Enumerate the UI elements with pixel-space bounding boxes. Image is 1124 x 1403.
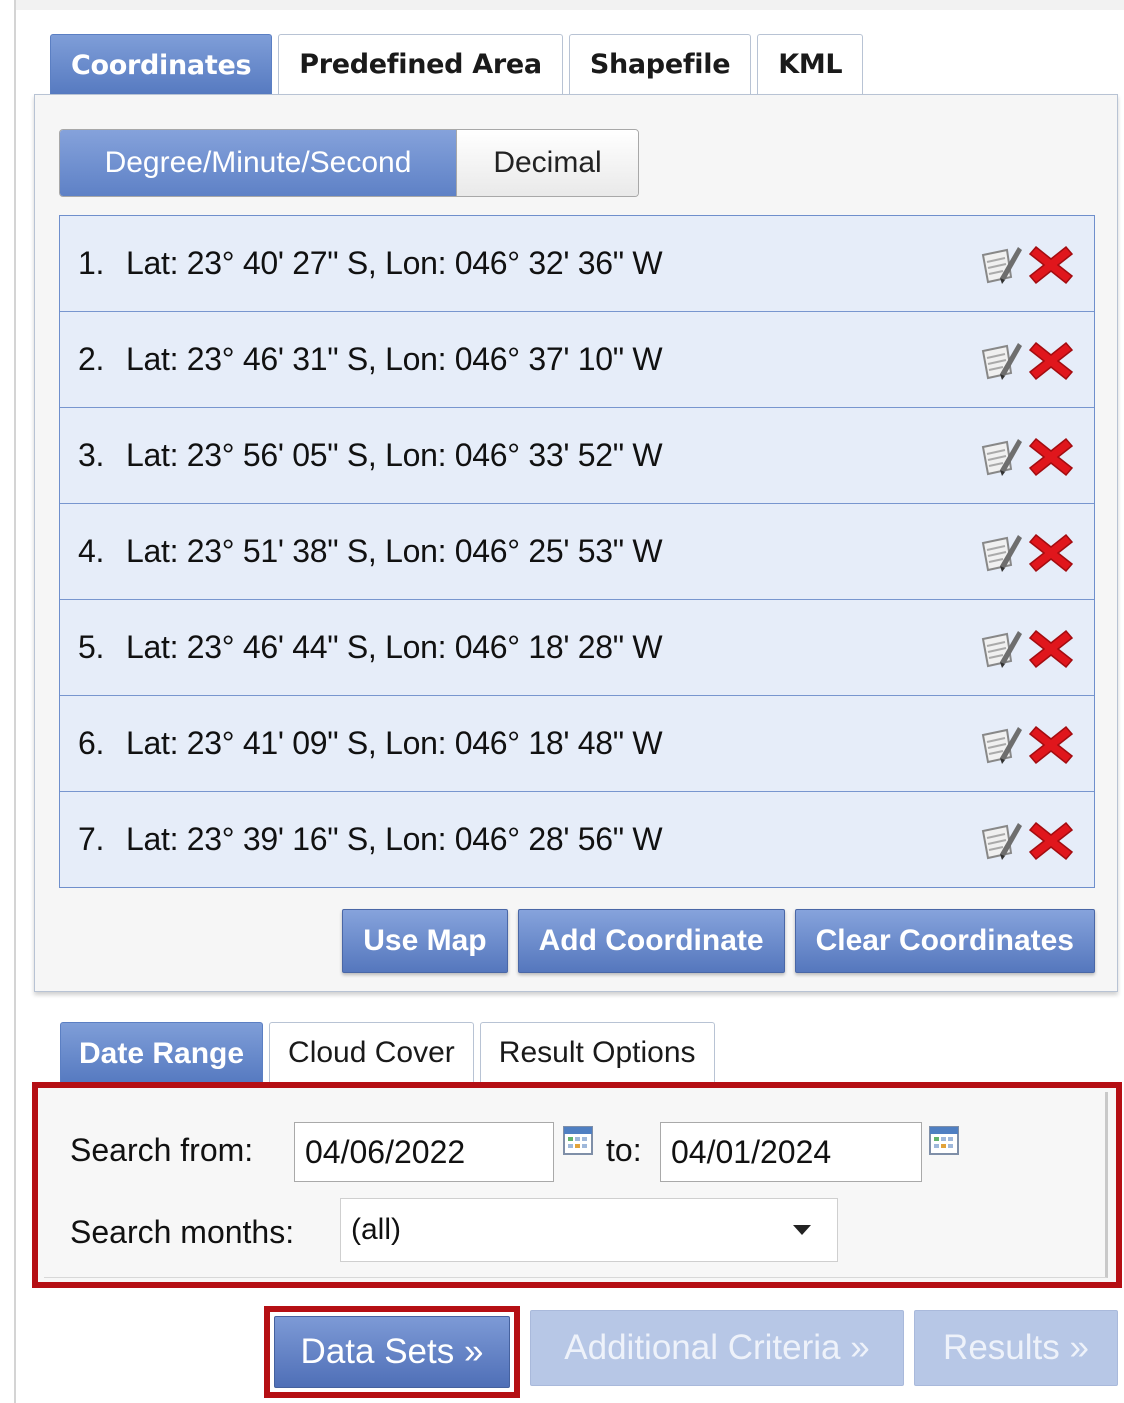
coordinate-value: Lat: 23° 40' 27" S, Lon: 046° 32' 36" W [126,245,663,281]
wizard-navigation: Data Sets » Additional Criteria » Result… [264,1306,1118,1398]
coordinate-value: Lat: 23° 56' 05" S, Lon: 046° 33' 52" W [126,437,663,473]
to-label: to: [606,1132,642,1168]
coordinate-row: 5. Lat: 23° 46' 44" S, Lon: 046° 18' 28" … [60,600,1094,696]
coordinate-number: 3. [78,437,105,473]
coordinate-row: 6. Lat: 23° 41' 09" S, Lon: 046° 18' 48" … [60,696,1094,792]
data-sets-highlight: Data Sets » [264,1306,520,1398]
coordinate-value: Lat: 23° 41' 09" S, Lon: 046° 18' 48" W [126,725,663,761]
coordinates-panel: Degree/Minute/Second Decimal 1. Lat: 23° … [34,94,1118,992]
coordinate-row: 7. Lat: 23° 39' 16" S, Lon: 046° 28' 56" … [60,792,1094,887]
coordinate-number: 7. [78,821,105,857]
use-map-button[interactable]: Use Map [342,909,508,973]
criteria-tabs: Date Range Cloud Cover Result Options [60,1022,715,1084]
edit-icon[interactable] [978,241,1024,287]
coordinate-text: 3. Lat: 23° 56' 05" S, Lon: 046° 33' 52" … [78,437,663,474]
coordinate-actions [978,721,1074,767]
delete-icon[interactable] [1028,529,1074,575]
edit-icon[interactable] [978,433,1024,479]
coordinate-value: Lat: 23° 39' 16" S, Lon: 046° 28' 56" W [126,821,663,857]
coordinate-number: 2. [78,341,105,377]
delete-icon[interactable] [1028,337,1074,383]
edit-icon[interactable] [978,721,1024,767]
format-decimal-button[interactable]: Decimal [456,130,638,196]
tab-shapefile[interactable]: Shapefile [568,34,752,94]
delete-icon[interactable] [1028,241,1074,287]
search-months-select[interactable]: (all) [340,1198,838,1262]
coordinate-value: Lat: 23° 46' 44" S, Lon: 046° 18' 28" W [126,629,663,665]
coordinate-text: 4. Lat: 23° 51' 38" S, Lon: 046° 25' 53" … [78,533,663,570]
coordinate-actions [978,817,1074,863]
coordinate-row: 1. Lat: 23° 40' 27" S, Lon: 046° 32' 36" … [60,216,1094,312]
date-range-panel: Search from: 04/06/2022 to: 04/01/2024 S… [44,1092,1108,1278]
edit-icon[interactable] [978,817,1024,863]
coordinate-text: 2. Lat: 23° 46' 31" S, Lon: 046° 37' 10" … [78,341,663,378]
delete-icon[interactable] [1028,721,1074,767]
coordinate-action-bar: Use Map Add Coordinate Clear Coordinates [342,909,1095,973]
edit-icon[interactable] [978,625,1024,671]
coordinate-number: 5. [78,629,105,665]
coordinate-format-toggle: Degree/Minute/Second Decimal [59,129,639,197]
coordinate-actions [978,241,1074,287]
search-months-value: (all) [351,1213,401,1246]
coordinate-number: 6. [78,725,105,761]
search-to-input[interactable]: 04/01/2024 [660,1122,922,1182]
calendar-icon[interactable] [562,1124,594,1156]
coordinate-text: 6. Lat: 23° 41' 09" S, Lon: 046° 18' 48" … [78,725,663,762]
coordinate-actions [978,433,1074,479]
results-button[interactable]: Results » [914,1310,1118,1386]
coordinate-actions [978,529,1074,575]
page-top-strip [14,0,1124,10]
delete-icon[interactable] [1028,817,1074,863]
coordinate-actions [978,625,1074,671]
area-tabs: Coordinates Predefined Area Shapefile KM… [50,34,864,96]
search-from-label: Search from: [70,1132,254,1168]
tab-coordinates[interactable]: Coordinates [50,34,273,96]
delete-icon[interactable] [1028,625,1074,671]
coordinate-row: 2. Lat: 23° 46' 31" S, Lon: 046° 37' 10" … [60,312,1094,408]
coordinate-actions [978,337,1074,383]
tab-cloud-cover[interactable]: Cloud Cover [269,1022,474,1082]
data-sets-button[interactable]: Data Sets » [274,1316,510,1388]
tab-predefined-area[interactable]: Predefined Area [278,34,563,94]
coordinate-row: 3. Lat: 23° 56' 05" S, Lon: 046° 33' 52" … [60,408,1094,504]
search-from-input[interactable]: 04/06/2022 [294,1122,554,1182]
edit-icon[interactable] [978,529,1024,575]
coordinate-row: 4. Lat: 23° 51' 38" S, Lon: 046° 25' 53" … [60,504,1094,600]
add-coordinate-button[interactable]: Add Coordinate [517,909,785,973]
coordinate-value: Lat: 23° 46' 31" S, Lon: 046° 37' 10" W [126,341,663,377]
chevron-down-icon [793,1225,811,1235]
coordinate-number: 4. [78,533,105,569]
date-range-highlight: Search from: 04/06/2022 to: 04/01/2024 S… [32,1082,1122,1288]
coordinate-value: Lat: 23° 51' 38" S, Lon: 046° 25' 53" W [126,533,663,569]
coordinate-list: 1. Lat: 23° 40' 27" S, Lon: 046° 32' 36" … [59,215,1095,888]
page-left-border [14,0,16,1403]
format-dms-button[interactable]: Degree/Minute/Second [60,130,456,196]
tab-result-options[interactable]: Result Options [479,1022,715,1082]
clear-coordinates-button[interactable]: Clear Coordinates [794,909,1095,973]
delete-icon[interactable] [1028,433,1074,479]
coordinate-text: 7. Lat: 23° 39' 16" S, Lon: 046° 28' 56" … [78,821,663,858]
coordinate-text: 1. Lat: 23° 40' 27" S, Lon: 046° 32' 36" … [78,245,663,282]
tab-date-range[interactable]: Date Range [60,1022,264,1084]
edit-icon[interactable] [978,337,1024,383]
tab-kml[interactable]: KML [757,34,864,94]
additional-criteria-button[interactable]: Additional Criteria » [530,1310,904,1386]
coordinate-text: 5. Lat: 23° 46' 44" S, Lon: 046° 18' 28" … [78,629,663,666]
calendar-icon[interactable] [928,1124,960,1156]
search-months-label: Search months: [70,1214,295,1250]
coordinate-number: 1. [78,245,105,281]
